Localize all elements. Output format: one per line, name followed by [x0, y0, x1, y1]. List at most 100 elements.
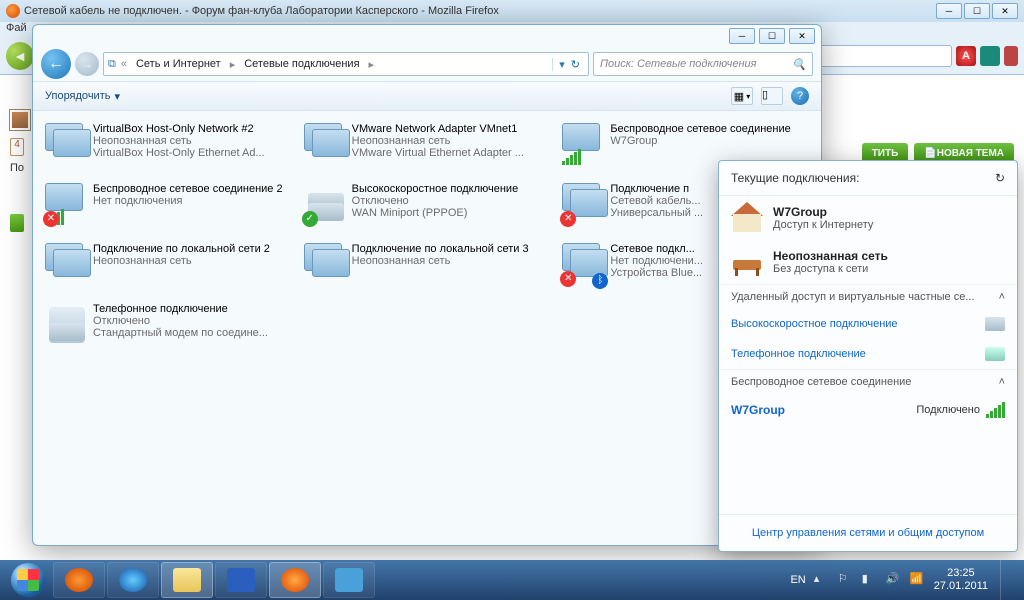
breadcrumb-item[interactable]: Сеть и Интернет: [132, 56, 225, 72]
tray-network-icon[interactable]: ▮: [862, 572, 878, 588]
tray-up-icon[interactable]: ▴: [814, 572, 830, 588]
tray-lang[interactable]: EN: [790, 574, 805, 586]
firefox-maximize-button[interactable]: ☐: [964, 3, 990, 19]
connection-status: Нет подключения: [93, 195, 292, 207]
connection-status: Отключено: [93, 315, 292, 327]
firefox-close-button[interactable]: ✕: [992, 3, 1018, 19]
connection-status: Неопознанная сеть: [93, 255, 292, 267]
flyout-network-item[interactable]: Неопознанная сеть Без доступа к сети: [719, 240, 1017, 284]
explorer-maximize-button[interactable]: ☐: [759, 28, 785, 44]
network-center-link[interactable]: Центр управления сетями и общим доступом: [752, 527, 984, 539]
chevron-up-icon: ˄: [999, 376, 1005, 388]
organize-button[interactable]: Упорядочить ▾: [45, 90, 120, 103]
forward-button[interactable]: →: [75, 52, 99, 76]
connection-icon: ✕: [45, 183, 87, 225]
connection-status: Отключено: [352, 195, 551, 207]
explorer-minimize-button[interactable]: ─: [729, 28, 755, 44]
connection-name: Беспроводное сетевое соединение: [610, 123, 809, 135]
sidebar-count: 4: [10, 138, 24, 156]
connection-item[interactable]: ✓ Высокоскоростное подключениеОтключеноWA…: [300, 179, 555, 237]
volume-icon[interactable]: 🔊: [886, 572, 902, 588]
kaspersky-product-icon[interactable]: [10, 110, 30, 130]
connections-grid: VirtualBox Host-Only Network #2 Неопознан…: [33, 111, 821, 365]
connection-icon: [45, 303, 87, 345]
connection-status: Неопознанная сеть: [352, 135, 551, 147]
connection-name: Подключение по локальной сети 3: [352, 243, 551, 255]
taskbar-app-explorer[interactable]: [161, 562, 213, 598]
taskbar: EN ▴ ⚐ ▮ 🔊 📶 23:25 27.01.2011: [0, 560, 1024, 600]
flyout-wifi-item[interactable]: W7Group Подключено: [719, 394, 1017, 426]
view-button[interactable]: ▦▾: [731, 87, 753, 105]
help-icon[interactable]: ?: [791, 87, 809, 105]
sidebar-green-button[interactable]: [10, 214, 24, 232]
dropdown-icon[interactable]: ▾: [552, 58, 565, 71]
modem-icon: [985, 317, 1005, 331]
firefox-back-button[interactable]: ◄: [6, 42, 34, 70]
breadcrumb[interactable]: ⧉ « Сеть и Интернет ▸ Сетевые подключени…: [103, 52, 589, 76]
signal-icon: [986, 402, 1005, 418]
connection-status: W7Group: [610, 135, 809, 147]
connection-icon: ✓: [304, 183, 346, 225]
flyout-section-wifi[interactable]: Беспроводное сетевое соединение˄: [719, 369, 1017, 394]
flyout-link-dialup[interactable]: Телефонное подключение: [719, 339, 1017, 369]
explorer-search[interactable]: Поиск: Сетевые подключения 🔍: [593, 52, 813, 76]
connection-item[interactable]: VMware Network Adapter VMnet1Неопознанна…: [300, 119, 555, 177]
taskbar-app-wmp[interactable]: [53, 562, 105, 598]
taskbar-app-firefox[interactable]: [269, 562, 321, 598]
clock[interactable]: 23:25 27.01.2011: [934, 567, 988, 593]
taskbar-app-unknown[interactable]: [323, 562, 375, 598]
explorer-titlebar: ─ ☐ ✕: [33, 25, 821, 47]
chevron-up-icon: ˄: [999, 291, 1005, 303]
explorer-command-bar: Упорядочить ▾ ▦▾ ▯ ?: [33, 81, 821, 111]
network-flyout: Текущие подключения: ↻ W7Group Доступ к …: [718, 160, 1018, 552]
show-desktop-button[interactable]: [1000, 560, 1012, 600]
breadcrumb-item[interactable]: Сетевые подключения: [240, 56, 363, 72]
tray-wifi-icon[interactable]: 📶: [910, 572, 926, 588]
search-icon[interactable]: 🔍: [792, 58, 806, 71]
connection-icon: [562, 123, 604, 165]
refresh-icon[interactable]: ↻: [567, 58, 584, 71]
connection-name: Высокоскоростное подключение: [352, 183, 551, 195]
flyout-section-remote[interactable]: Удаленный доступ и виртуальные частные с…: [719, 284, 1017, 309]
taskbar-app-save[interactable]: [215, 562, 267, 598]
connection-name: Подключение по локальной сети 2: [93, 243, 292, 255]
firefox-titlebar: Сетевой кабель не подключен. - Форум фан…: [0, 0, 1024, 22]
firefox-title: Сетевой кабель не подключен. - Форум фан…: [24, 5, 936, 17]
taskbar-app-ie[interactable]: [107, 562, 159, 598]
addon-icon[interactable]: [1004, 46, 1018, 66]
connection-icon: ✕: [562, 183, 604, 225]
flyout-refresh-icon[interactable]: ↻: [995, 171, 1005, 185]
preview-pane-button[interactable]: ▯: [761, 87, 783, 105]
connection-device: Стандартный модем по соедине...: [93, 327, 292, 339]
explorer-navbar: ← → ⧉ « Сеть и Интернет ▸ Сетевые подклю…: [33, 47, 821, 81]
connection-item[interactable]: Подключение по локальной сети 3Неопознан…: [300, 239, 555, 297]
connection-item[interactable]: VirtualBox Host-Only Network #2Неопознан…: [41, 119, 296, 177]
kaspersky-icon[interactable]: [980, 46, 1000, 66]
explorer-close-button[interactable]: ✕: [789, 28, 815, 44]
adblock-icon[interactable]: A: [956, 46, 976, 66]
connection-icon: [45, 123, 87, 165]
flag-icon[interactable]: ⚐: [838, 572, 854, 588]
back-button[interactable]: ←: [41, 49, 71, 79]
home-network-icon: [731, 204, 763, 232]
firefox-minimize-button[interactable]: ─: [936, 3, 962, 19]
connection-icon: [304, 123, 346, 165]
flyout-link-broadband[interactable]: Высокоскоростное подключение: [719, 309, 1017, 339]
explorer-window: ─ ☐ ✕ ← → ⧉ « Сеть и Интернет ▸ Сетевые …: [32, 24, 822, 546]
connection-name: VirtualBox Host-Only Network #2: [93, 123, 292, 135]
public-network-icon: [731, 248, 763, 276]
system-tray: EN ▴ ⚐ ▮ 🔊 📶 23:25 27.01.2011: [782, 560, 1020, 600]
connection-item[interactable]: ✕Беспроводное сетевое соединение 2Нет по…: [41, 179, 296, 237]
connection-status: Неопознанная сеть: [352, 255, 551, 267]
start-button[interactable]: [4, 562, 52, 598]
flyout-header: Текущие подключения: ↻: [719, 161, 1017, 196]
flyout-footer: Центр управления сетями и общим доступом: [719, 514, 1017, 551]
connection-item[interactable]: Подключение по локальной сети 2Неопознан…: [41, 239, 296, 297]
connection-icon: [304, 243, 346, 285]
connection-item[interactable]: Телефонное подключениеОтключеноСтандартн…: [41, 299, 296, 357]
flyout-network-item[interactable]: W7Group Доступ к Интернету: [719, 196, 1017, 240]
connection-device: VMware Virtual Ethernet Adapter ...: [352, 147, 551, 159]
connection-name: Телефонное подключение: [93, 303, 292, 315]
connection-device: WAN Miniport (PPPOE): [352, 207, 551, 219]
connection-name: VMware Network Adapter VMnet1: [352, 123, 551, 135]
